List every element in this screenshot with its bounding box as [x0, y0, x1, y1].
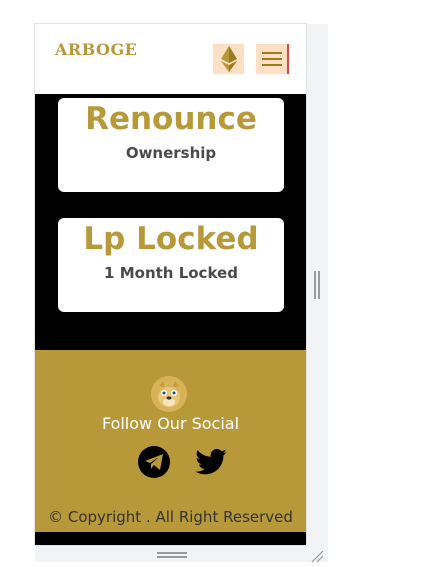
feature-card-lp-locked: Lp Locked 1 Month Locked	[58, 218, 284, 312]
resize-corner-icon[interactable]	[310, 548, 324, 563]
resize-handle-side[interactable]	[314, 271, 320, 299]
feature-card-renounce: Renounce Ownership	[58, 98, 284, 192]
ethereum-button[interactable]	[213, 44, 244, 74]
telegram-link[interactable]	[138, 446, 170, 478]
twitter-link[interactable]	[195, 446, 227, 478]
site-header: ARBOGE	[35, 24, 306, 94]
site-logo[interactable]: ARBOGE	[55, 40, 137, 59]
card-subtitle: 1 Month Locked	[104, 264, 238, 282]
menu-button[interactable]	[256, 44, 289, 74]
copyright-text: © Copyright . All Right Reserved	[48, 508, 293, 526]
card-title: Renounce	[85, 101, 257, 137]
resize-handle-bottom[interactable]	[157, 552, 187, 558]
twitter-icon	[195, 449, 227, 475]
telegram-icon	[145, 454, 163, 470]
doge-avatar	[151, 376, 187, 412]
ethereum-icon	[220, 46, 237, 72]
mobile-viewport: ARBOGE Renounce Ownership Lp Locked 1 Mo…	[35, 24, 306, 545]
follow-heading: Follow Our Social	[101, 414, 240, 433]
card-title: Lp Locked	[83, 221, 259, 257]
card-subtitle: Ownership	[125, 144, 217, 162]
site-footer: Follow Our Social © Copyright . All Righ…	[35, 350, 306, 532]
hamburger-icon	[261, 52, 282, 54]
